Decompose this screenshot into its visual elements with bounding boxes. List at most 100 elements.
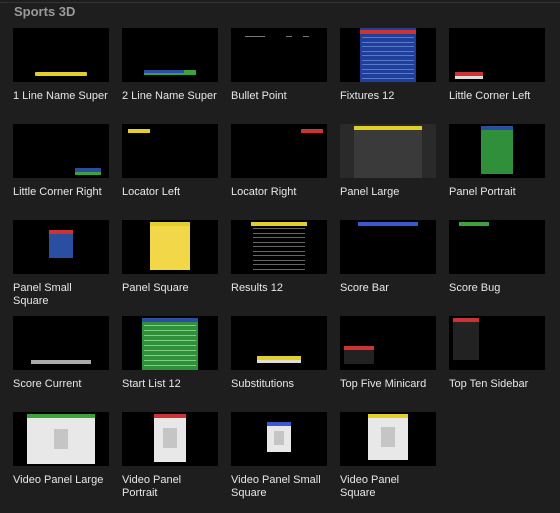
list-row [144,365,196,366]
template-item[interactable]: Score Current [13,316,110,391]
template-label: Locator Left [122,186,181,198]
template-thumbnail[interactable] [449,28,545,82]
template-thumbnail[interactable] [340,220,436,274]
score-band [31,360,91,364]
template-item[interactable]: Panel Portrait [449,124,546,199]
list-row [144,350,196,351]
video-arrow [163,428,177,448]
template-thumbnail[interactable] [231,28,327,82]
panel-body [481,130,513,174]
fixture-row [362,37,414,38]
template-label: 1 Line Name Super [13,90,108,102]
template-item[interactable]: Locator Left [122,124,219,199]
template-item[interactable]: Video Panel Square [340,412,437,500]
corner-sub [75,172,101,175]
template-item[interactable]: Substitutions [231,316,328,391]
score-bar-band [358,222,418,226]
template-label: Top Ten Sidebar [449,378,529,390]
template-item[interactable]: Video Panel Large [13,412,110,487]
template-item[interactable]: Video Panel Small Square [231,412,328,500]
list-row [144,325,196,326]
template-item[interactable]: Bullet Point [231,28,328,103]
template-thumbnail[interactable] [340,316,436,370]
template-label: 2 Line Name Super [122,90,217,102]
template-thumbnail[interactable] [231,412,327,466]
template-item[interactable]: Locator Right [231,124,328,199]
template-thumbnail[interactable] [13,220,109,274]
template-item[interactable]: Results 12 [231,220,328,295]
template-label: Little Corner Right [13,186,102,198]
template-thumbnail[interactable] [449,316,545,370]
template-label: Video Panel Small Square [231,474,321,499]
template-item[interactable]: Panel Small Square [13,220,110,308]
template-thumbnail[interactable] [122,412,218,466]
template-thumbnail[interactable] [231,124,327,178]
template-item[interactable]: 2 Line Name Super [122,28,219,103]
fixture-title [360,30,416,34]
results-row [253,228,305,229]
template-thumbnail[interactable] [449,124,545,178]
template-thumbnail[interactable] [122,220,218,274]
results-row [253,255,305,256]
template-item[interactable]: 1 Line Name Super [13,28,110,103]
template-label: Panel Square [122,282,189,294]
top-divider [0,2,560,3]
template-item[interactable]: Score Bug [449,220,546,295]
fixture-row [362,59,414,61]
fixture-row [362,50,414,52]
template-thumbnail[interactable] [340,124,436,178]
template-item[interactable]: Top Five Minicard [340,316,437,391]
subs-sub [257,360,301,363]
bullet-line [303,36,309,37]
video-arrow [381,427,395,447]
template-thumbnail[interactable] [13,412,109,466]
template-label: Results 12 [231,282,283,294]
list-row [144,335,196,336]
template-thumbnail[interactable] [231,220,327,274]
template-label: Panel Portrait [449,186,516,198]
locator-tag [128,129,150,133]
results-row [253,264,305,265]
fixture-row [362,77,414,79]
fixture-row [362,41,414,43]
template-thumbnail[interactable] [340,412,436,466]
template-thumbnail[interactable] [122,28,218,82]
fixture-row [362,46,414,47]
card-body [344,350,374,364]
results-row [253,241,305,243]
template-label: Video Panel Large [13,474,104,486]
template-thumbnail[interactable] [13,316,109,370]
template-item[interactable]: Start List 12 [122,316,219,391]
results-row [253,259,305,261]
fixture-row [362,64,414,65]
template-thumbnail[interactable] [340,28,436,82]
template-label: Start List 12 [122,378,181,390]
template-thumbnail[interactable] [231,316,327,370]
sidebar-body [453,322,479,360]
template-item[interactable]: Little Corner Right [13,124,110,199]
list-row [144,355,196,356]
template-thumbnail[interactable] [122,316,218,370]
template-item[interactable]: Panel Square [122,220,219,295]
corner-sub [455,76,483,79]
template-label: Score Bar [340,282,389,294]
template-item[interactable]: Fixtures 12 [340,28,437,103]
name-bar-top [144,70,184,73]
template-item[interactable]: Little Corner Left [449,28,546,103]
template-thumbnail[interactable] [13,124,109,178]
template-thumbnail[interactable] [122,124,218,178]
template-item[interactable]: Panel Large [340,124,437,199]
template-label: Panel Large [340,186,400,198]
template-item[interactable]: Top Ten Sidebar [449,316,546,391]
panel-body [49,234,73,258]
template-item[interactable]: Video Panel Portrait [122,412,219,500]
score-bug-band [459,222,489,226]
template-label: Panel Small Square [13,282,72,307]
results-row [253,232,305,234]
template-item[interactable]: Score Bar [340,220,437,295]
template-thumbnail[interactable] [13,28,109,82]
bullet-line [286,36,292,37]
template-label: Locator Right [231,186,297,198]
template-label: Top Five Minicard [340,378,427,390]
template-thumbnail[interactable] [449,220,545,274]
